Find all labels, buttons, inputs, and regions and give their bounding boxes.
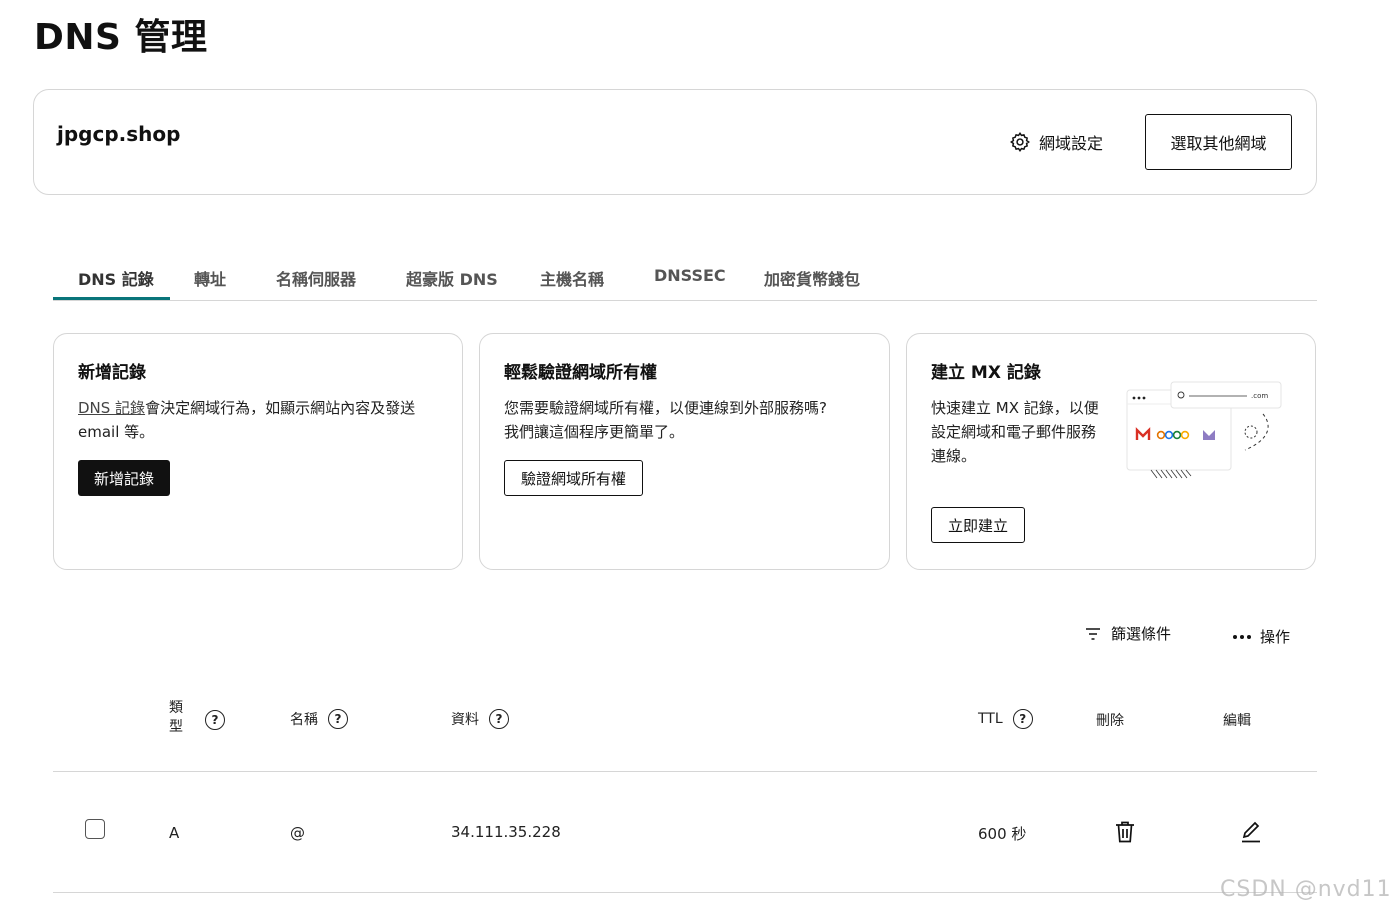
- column-data-label: 資料: [451, 712, 479, 728]
- illustration-url-suffix: .com: [1251, 392, 1268, 400]
- add-record-title: 新增記錄: [78, 363, 146, 383]
- add-record-description: DNS 記錄會決定網域行為，如顯示網站內容及發送 email 等。: [78, 396, 415, 444]
- page-title: DNS 管理: [34, 17, 208, 58]
- trash-icon[interactable]: [1114, 820, 1136, 844]
- row-data: 34.111.35.228: [451, 823, 561, 841]
- tab-dnssec[interactable]: DNSSEC: [654, 266, 726, 285]
- column-name-header[interactable]: 名稱 ?: [290, 709, 348, 729]
- mx-record-title: 建立 MX 記錄: [931, 363, 1041, 383]
- email-illustration: .com: [1123, 378, 1283, 488]
- filter-icon: [1085, 627, 1101, 641]
- domain-settings-label: 網域設定: [1039, 134, 1104, 153]
- table-row: A @ 34.111.35.228 600 秒: [53, 772, 1317, 893]
- column-ttl-label: TTL: [978, 711, 1003, 727]
- tab-dns-records[interactable]: DNS 記錄: [78, 266, 154, 290]
- mx-record-card: 建立 MX 記錄 快速建立 MX 記錄，以便 設定網域和電子郵件服務 連線。 立…: [906, 333, 1316, 570]
- create-mx-button[interactable]: 立即建立: [931, 507, 1026, 543]
- row-name: @: [290, 824, 305, 842]
- dns-records-link[interactable]: DNS 記錄: [78, 399, 145, 417]
- actions-menu-button[interactable]: 操作: [1232, 626, 1290, 647]
- tab-hostnames[interactable]: 主機名稱: [540, 266, 604, 290]
- ttl-help-icon[interactable]: ?: [1012, 709, 1033, 729]
- gear-icon: [1009, 131, 1031, 153]
- column-edit-header: 編輯: [1223, 713, 1251, 729]
- type-help-icon[interactable]: ?: [205, 710, 225, 730]
- filter-button[interactable]: 篩選條件: [1085, 623, 1171, 644]
- mx-record-description: 快速建立 MX 記錄，以便 設定網域和電子郵件服務 連線。: [931, 396, 1099, 468]
- domain-name: jpgcp.shop: [57, 122, 181, 146]
- tab-nameservers[interactable]: 名稱伺服器: [276, 266, 356, 290]
- add-record-desc-line2: email 等。: [78, 423, 155, 441]
- mx-desc-line2: 設定網域和電子郵件服務: [931, 423, 1097, 441]
- column-type-header[interactable]: 類型: [169, 699, 189, 737]
- watermark: CSDN @nvd11: [1220, 877, 1392, 902]
- table-header: 類型 ? 名稱 ? 資料 ? TTL ? 刪除 編輯: [53, 690, 1317, 772]
- row-checkbox[interactable]: [85, 819, 105, 839]
- add-record-button[interactable]: 新增記錄: [78, 460, 171, 496]
- tab-bar: DNS 記錄 轉址 名稱伺服器 超豪版 DNS 主機名稱 DNSSEC 加密貨幣…: [53, 255, 1317, 301]
- domain-settings-link[interactable]: 網域設定: [1009, 130, 1103, 154]
- name-help-icon[interactable]: ?: [328, 709, 348, 729]
- column-ttl-header[interactable]: TTL ?: [978, 709, 1033, 729]
- row-type: A: [169, 824, 180, 842]
- column-type-label: 類型: [169, 700, 183, 735]
- select-other-domain-button[interactable]: 選取其他網域: [1145, 114, 1292, 170]
- data-help-icon[interactable]: ?: [489, 709, 509, 729]
- verify-desc-line1: 您需要驗證網域所有權，以便連線到外部服務嗎?: [504, 399, 827, 417]
- add-record-desc-text: 會決定網域行為，如顯示網站內容及發送: [145, 399, 416, 417]
- verify-desc-line2: 我們讓這個程序更簡單了。: [504, 423, 685, 441]
- tab-forwarding[interactable]: 轉址: [194, 266, 226, 290]
- tab-crypto-wallet[interactable]: 加密貨幣錢包: [764, 266, 860, 290]
- column-name-label: 名稱: [290, 712, 318, 728]
- tab-premium-dns[interactable]: 超豪版 DNS: [406, 266, 498, 290]
- verify-ownership-button[interactable]: 驗證網域所有權: [504, 460, 644, 496]
- row-ttl: 600 秒: [978, 825, 1027, 843]
- filter-label: 篩選條件: [1111, 625, 1172, 643]
- column-data-header[interactable]: 資料 ?: [451, 709, 509, 729]
- actions-label: 操作: [1260, 628, 1291, 646]
- verify-ownership-description: 您需要驗證網域所有權，以便連線到外部服務嗎? 我們讓這個程序更簡單了。: [504, 396, 827, 444]
- active-tab-indicator: [53, 297, 170, 300]
- column-delete-header: 刪除: [1096, 713, 1124, 729]
- pencil-icon[interactable]: [1240, 820, 1262, 844]
- mx-desc-line1: 快速建立 MX 記錄，以便: [931, 399, 1099, 417]
- verify-ownership-card: 輕鬆驗證網域所有權 您需要驗證網域所有權，以便連線到外部服務嗎? 我們讓這個程序…: [479, 333, 890, 570]
- domain-card: jpgcp.shop 網域設定 選取其他網域: [33, 89, 1317, 195]
- more-horizontal-icon: [1232, 634, 1252, 640]
- mx-desc-line3: 連線。: [931, 447, 977, 465]
- verify-ownership-title: 輕鬆驗證網域所有權: [504, 363, 657, 383]
- add-record-card: 新增記錄 DNS 記錄會決定網域行為，如顯示網站內容及發送 email 等。 新…: [53, 333, 463, 570]
